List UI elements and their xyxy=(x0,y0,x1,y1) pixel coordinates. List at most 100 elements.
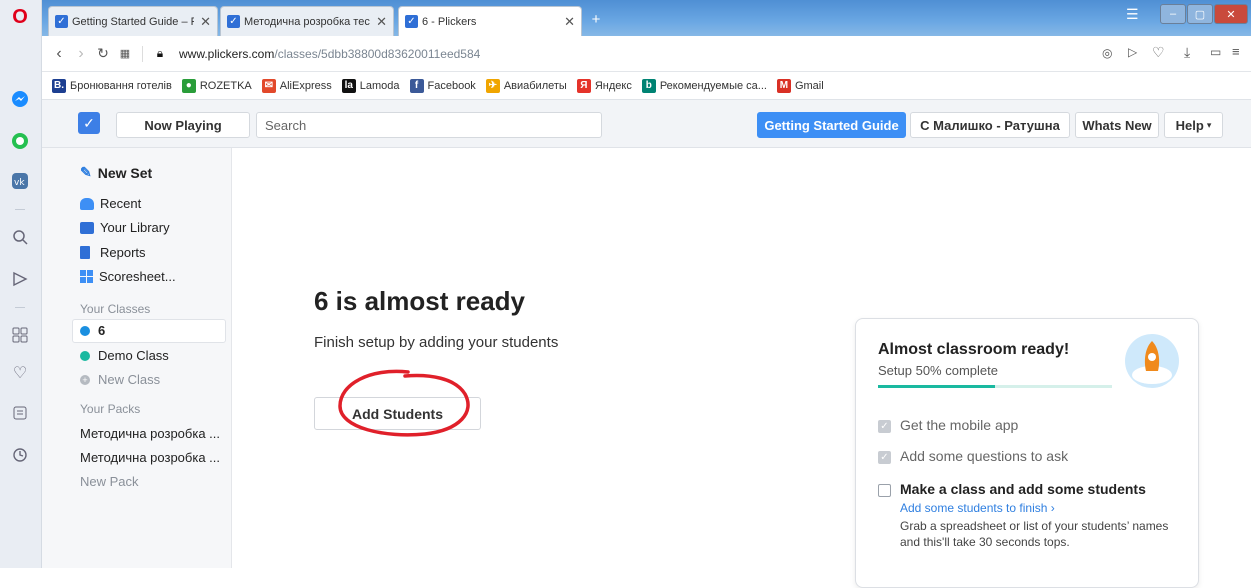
new-tab-icon[interactable]: + xyxy=(588,12,604,28)
nav-reports[interactable]: Reports xyxy=(80,245,146,260)
bookmark-heart-icon[interactable]: ♡ xyxy=(1152,44,1165,61)
share-icon[interactable]: ▷ xyxy=(1128,45,1137,59)
bookmark-item[interactable]: ✉ AliExpress xyxy=(261,78,332,93)
vk-icon[interactable]: vk xyxy=(9,170,31,192)
forward-icon[interactable]: › xyxy=(70,45,92,63)
tab-title: Методична розробка тест xyxy=(244,15,371,28)
whatsapp-icon[interactable] xyxy=(9,130,31,152)
recent-icon xyxy=(80,197,94,210)
tab-close-icon[interactable]: ✕ xyxy=(200,14,211,30)
reload-icon[interactable]: ↻ xyxy=(92,45,114,62)
tab-getting-started[interactable]: ✓ Getting Started Guide – Pli ✕ xyxy=(48,6,218,36)
send-icon[interactable] xyxy=(9,268,31,290)
new-set-link[interactable]: ✎ New Set xyxy=(80,164,152,181)
classes-header: Your Classes xyxy=(80,302,151,316)
nav-scoresheet-label: Scoresheet... xyxy=(99,269,176,284)
tab-close-icon[interactable]: ✕ xyxy=(376,14,387,30)
class-label: 6 xyxy=(98,323,106,338)
bookmark-item[interactable]: la Lamoda xyxy=(341,78,400,93)
opera-logo-icon[interactable]: O xyxy=(9,6,31,28)
easy-setup-icon[interactable]: ≡ xyxy=(1232,44,1240,59)
bookmark-item[interactable]: ● ROZETKA xyxy=(181,78,252,93)
speed-dial-button-icon[interactable]: ▦ xyxy=(114,47,136,60)
class-item-demo[interactable]: Demo Class xyxy=(80,348,169,363)
search-input[interactable] xyxy=(256,112,602,138)
bookmark-label: Facebook xyxy=(427,79,476,92)
card-description: Grab a spreadsheet or list of your stude… xyxy=(900,519,1169,549)
pack-item[interactable]: Методична розробка ... xyxy=(80,450,220,465)
plickers-favicon-icon: ✓ xyxy=(405,15,418,28)
back-icon[interactable]: ‹ xyxy=(48,45,70,63)
snapshot-icon[interactable]: ◎ xyxy=(1102,46,1112,60)
bookmark-label: Авиабилеты xyxy=(503,79,567,92)
now-playing-button[interactable]: Now Playing xyxy=(116,112,250,138)
new-class-link[interactable]: + New Class xyxy=(80,372,160,387)
bookmark-item[interactable]: Я Яндекс xyxy=(576,78,632,93)
maximize-button[interactable]: ▢ xyxy=(1187,4,1213,24)
bookmark-label: Яндекс xyxy=(594,79,632,92)
download-icon[interactable]: ⤓ xyxy=(1184,44,1190,61)
getting-started-button[interactable]: Getting Started Guide xyxy=(757,112,906,138)
plickers-favicon-icon: ✓ xyxy=(55,15,68,28)
minimize-button[interactable]: – xyxy=(1160,4,1186,24)
whats-new-button[interactable]: Whats New xyxy=(1075,112,1159,138)
bookmark-label: Рекомендуемые са... xyxy=(659,79,767,92)
bookmark-label: Бронювання готелів xyxy=(70,79,172,92)
left-nav: ✎ New Set Recent Your Library Reports Sc… xyxy=(42,148,232,568)
nav-library[interactable]: Your Library xyxy=(80,220,170,235)
tab-title: Getting Started Guide – Pli xyxy=(72,15,195,28)
bookmark-item[interactable]: ✈ Авиабилеты xyxy=(485,78,567,93)
folder-icon xyxy=(80,221,94,234)
class-label: Demo Class xyxy=(98,348,169,363)
clock-icon[interactable] xyxy=(9,444,31,466)
bookmark-item[interactable]: M Gmail xyxy=(776,78,824,93)
class-item-6[interactable]: 6 xyxy=(80,323,105,338)
bookmark-favicon-icon: B. xyxy=(52,78,66,93)
nav-recent-label: Recent xyxy=(100,196,142,211)
speed-dial-icon[interactable] xyxy=(9,324,31,346)
tab-close-icon[interactable]: ✕ xyxy=(564,14,575,30)
checkbox-class[interactable] xyxy=(878,484,891,497)
setup-card: Almost classroom ready! Setup 50% comple… xyxy=(855,318,1199,588)
item-questions: Add some questions to ask xyxy=(900,448,1069,464)
report-icon xyxy=(80,246,90,259)
new-pack-link[interactable]: New Pack xyxy=(80,474,139,489)
close-window-button[interactable]: ✕ xyxy=(1214,4,1248,24)
checkbox-questions[interactable]: ✓ xyxy=(878,451,891,464)
tab-title: 6 - Plickers xyxy=(422,15,477,28)
bookmark-favicon-icon: b xyxy=(641,78,656,93)
progress-track xyxy=(878,385,1112,388)
bookmark-favicon-icon: f xyxy=(409,78,424,93)
bookmark-label: Gmail xyxy=(794,79,824,92)
item-class: Make a class and add some students xyxy=(900,481,1146,497)
bookmarks-bar: B. Бронювання готелів ● ROZETKA ✉ AliExpress l… xyxy=(42,72,1251,100)
help-button[interactable]: Help ▾ xyxy=(1164,112,1223,138)
bookmark-item[interactable]: b Рекомендуемые са... xyxy=(641,78,767,93)
tab-menu-icon[interactable]: ☰ xyxy=(1126,6,1139,23)
card-title: Almost classroom ready! xyxy=(878,341,1070,358)
bookmark-item[interactable]: f Facebook xyxy=(409,78,476,93)
messenger-icon[interactable] xyxy=(9,88,31,110)
bookmark-label: Lamoda xyxy=(359,79,400,92)
pack-item[interactable]: Методична розробка ... xyxy=(80,426,220,441)
tab-plickers-6[interactable]: ✓ 6 - Plickers ✕ xyxy=(398,6,582,36)
bookmark-item[interactable]: B. Бронювання готелів xyxy=(52,78,172,93)
nav-reports-label: Reports xyxy=(100,245,146,260)
nav-scoresheet[interactable]: Scoresheet... xyxy=(80,269,176,284)
plickers-logo-icon[interactable]: ✓ xyxy=(78,112,100,134)
url-field[interactable]: www.plickers.com/classes/5dbb38800d83620… xyxy=(179,47,480,61)
bookmark-favicon-icon: ✈ xyxy=(485,78,500,93)
nav-recent[interactable]: Recent xyxy=(80,196,141,211)
checkbox-mobile-app[interactable]: ✓ xyxy=(878,420,891,433)
bookmark-favicon-icon: ✉ xyxy=(261,78,276,93)
history-pages-icon[interactable] xyxy=(9,402,31,424)
tab-methodical[interactable]: ✓ Методична розробка тест ✕ xyxy=(220,6,394,36)
page-subtitle: Finish setup by adding your students xyxy=(314,334,559,351)
heart-icon[interactable]: ♡ xyxy=(9,362,31,384)
search-icon[interactable] xyxy=(9,226,31,248)
add-students-link[interactable]: Add some students to finish › xyxy=(900,501,1055,515)
app-topbar: ✓ Now Playing Getting Started Guide С Ма… xyxy=(42,100,1251,148)
new-class-label: New Class xyxy=(98,372,161,387)
battery-icon[interactable]: ▭ xyxy=(1210,45,1221,59)
user-menu-button[interactable]: С Малишко - Ратушна xyxy=(910,112,1070,138)
